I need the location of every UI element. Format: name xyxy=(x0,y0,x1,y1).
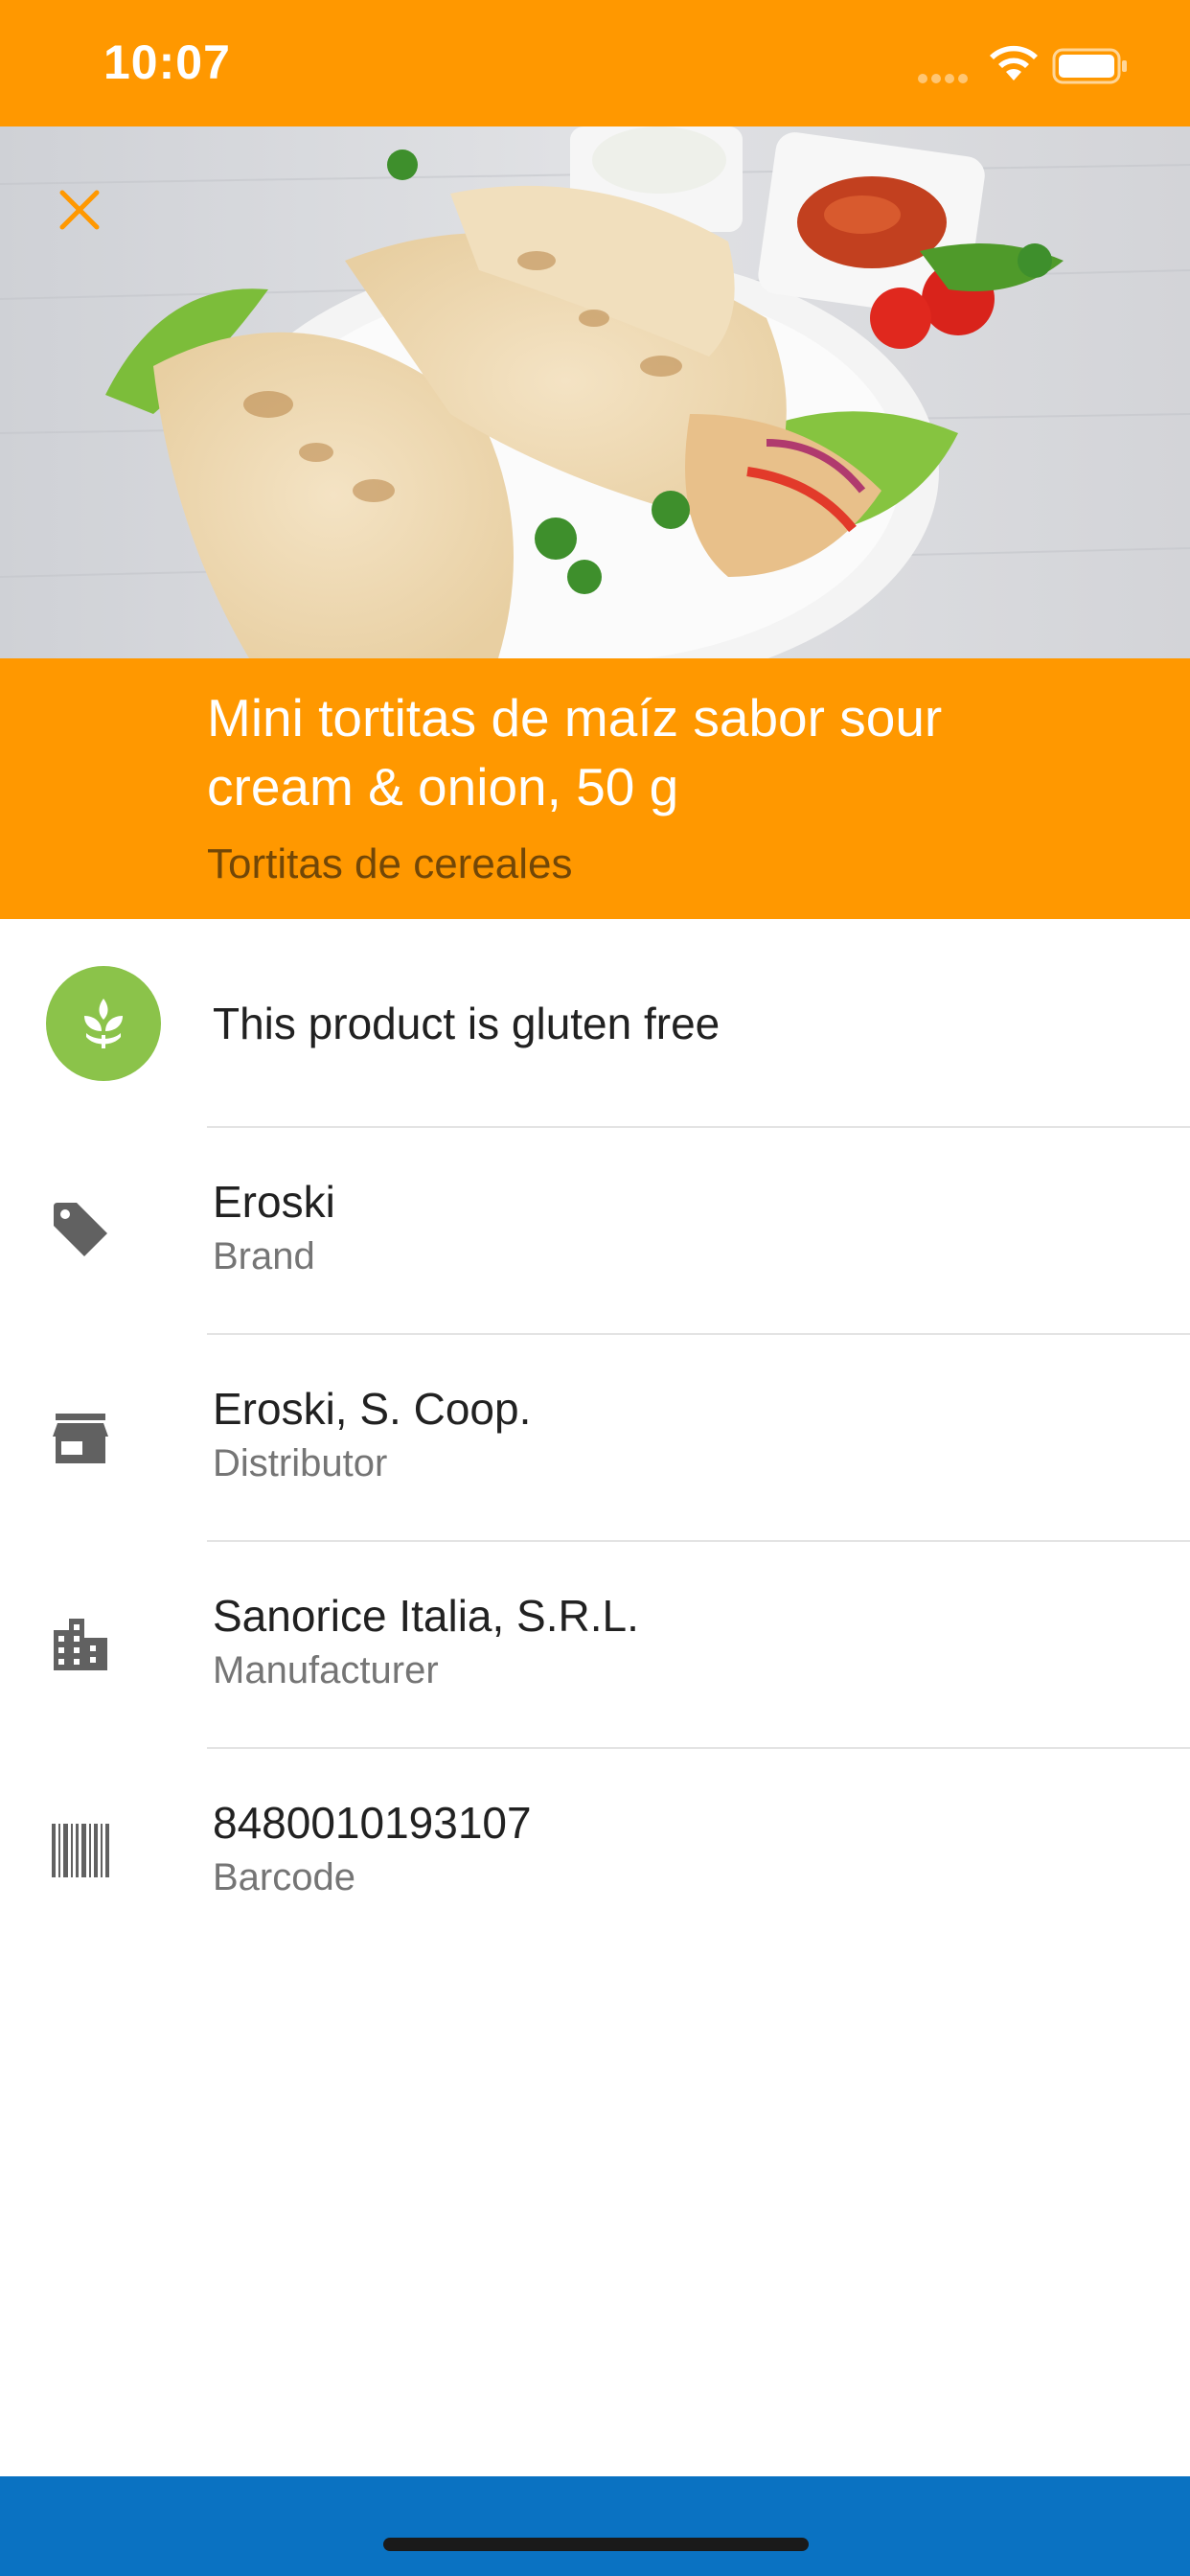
barcode-value: 8480010193107 xyxy=(213,1798,532,1848)
gluten-free-row: This product is gluten free xyxy=(0,919,1190,1128)
barcode-row[interactable]: 8480010193107 Barcode xyxy=(0,1749,1190,1956)
bottom-bar xyxy=(0,2476,1190,2576)
product-header: Mini tortitas de maíz sabor sour cream &… xyxy=(0,658,1190,919)
gluten-free-text: This product is gluten free xyxy=(213,999,721,1048)
brand-row[interactable]: Eroski Brand xyxy=(0,1128,1190,1335)
close-button[interactable] xyxy=(48,178,111,242)
product-title: Mini tortitas de maíz sabor sour cream &… xyxy=(207,688,943,816)
distributor-row[interactable]: Eroski, S. Coop. Distributor xyxy=(0,1335,1190,1542)
home-indicator[interactable] xyxy=(383,2538,809,2551)
close-icon xyxy=(59,190,100,230)
brand-value: Eroski xyxy=(213,1177,335,1227)
status-bar: 10:07 xyxy=(0,0,1190,126)
product-details-list: This product is gluten free Eroski Brand xyxy=(0,919,1190,1956)
wifi-icon xyxy=(987,42,1041,87)
building-icon xyxy=(48,1611,113,1676)
wheat-icon xyxy=(84,999,123,1048)
cellular-signal-icon xyxy=(918,71,975,83)
battery-icon xyxy=(1052,48,1129,89)
distributor-label: Distributor xyxy=(213,1442,388,1484)
manufacturer-row[interactable]: Sanorice Italia, S.R.L. Manufacturer xyxy=(0,1542,1190,1749)
manufacturer-value: Sanorice Italia, S.R.L. xyxy=(213,1591,639,1641)
gluten-badge xyxy=(46,966,161,1081)
distributor-value: Eroski, S. Coop. xyxy=(213,1384,532,1434)
barcode-label: Barcode xyxy=(213,1856,355,1898)
manufacturer-label: Manufacturer xyxy=(213,1649,439,1691)
barcode-icon xyxy=(48,1818,113,1883)
store-icon xyxy=(48,1406,113,1471)
tag-icon xyxy=(48,1197,113,1262)
product-detail-screen: 10:07 Mini tortitas de maíz sabor sour c… xyxy=(0,0,1190,2576)
brand-label: Brand xyxy=(213,1235,315,1277)
product-category: Tortitas de cereales xyxy=(207,840,573,887)
product-image xyxy=(0,126,1190,658)
status-time: 10:07 xyxy=(103,35,231,89)
